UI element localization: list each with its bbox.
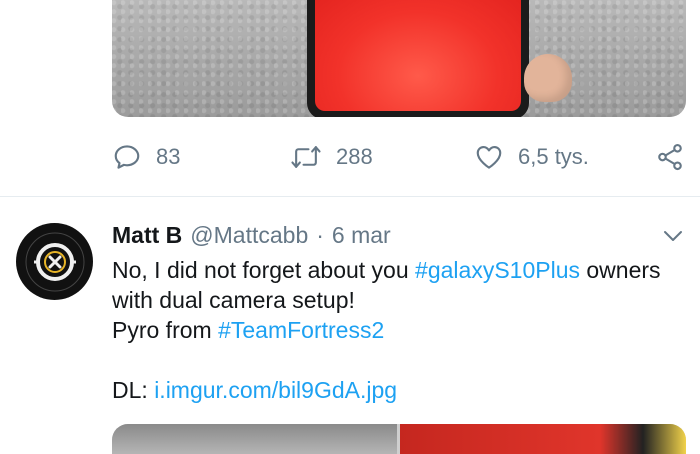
like-button[interactable]: 6,5 tys. (474, 140, 589, 174)
heart-icon (476, 145, 502, 169)
hashtag-link[interactable]: #galaxyS10Plus (415, 257, 580, 283)
tweet-divider (0, 196, 700, 197)
url-link[interactable]: i.imgur.com/bil9GdA.jpg (154, 377, 397, 403)
finger-photo (524, 54, 572, 102)
reply-button[interactable]: 83 (112, 140, 180, 174)
tweet-line: Pyro from #TeamFortress2 (112, 315, 682, 345)
share-icon (658, 143, 682, 171)
tweet-actions: 83 288 6,5 tys. (0, 140, 700, 174)
media-image-left[interactable] (112, 424, 397, 454)
tweet-line: No, I did not forget about you #galaxyS1… (112, 255, 682, 285)
reply-icon (114, 145, 140, 169)
separator-dot: · (316, 221, 324, 248)
tweet-header: Matt B @Mattcabb · 6 mar (112, 219, 391, 251)
tweet-text: No, I did not forget about you #galaxyS1… (112, 255, 682, 405)
avatar-logo-icon (25, 232, 84, 291)
media-image-right[interactable] (400, 424, 686, 454)
share-button[interactable] (655, 140, 685, 174)
text-segment: DL: (112, 377, 155, 403)
avatar[interactable] (16, 223, 93, 300)
user-handle[interactable]: @Mattcabb (190, 222, 308, 249)
retweet-button[interactable]: 288 (290, 140, 373, 174)
text-segment: No, I did not forget about you (112, 257, 416, 283)
reply-count: 83 (156, 144, 181, 169)
text-segment: with dual camera setup! (112, 287, 355, 313)
tweet-line: DL: i.imgur.com/bil9GdA.jpg (112, 375, 682, 405)
like-count: 6,5 tys. (518, 144, 589, 169)
retweet-icon (291, 146, 321, 168)
text-segment: Pyro from (112, 317, 219, 343)
tweet-date[interactable]: 6 mar (332, 222, 391, 249)
phone-screen (315, 0, 521, 111)
previous-tweet-image[interactable] (112, 0, 686, 117)
tweet-media[interactable] (112, 424, 686, 454)
chevron-down-icon (664, 231, 682, 241)
phone-photo (307, 0, 529, 117)
hashtag-link[interactable]: #TeamFortress2 (218, 317, 384, 343)
display-name[interactable]: Matt B (112, 222, 182, 249)
text-segment: owners (580, 257, 661, 283)
retweet-count: 288 (336, 144, 373, 169)
more-options-button[interactable] (660, 226, 686, 251)
tweet-line: with dual camera setup! (112, 285, 682, 315)
